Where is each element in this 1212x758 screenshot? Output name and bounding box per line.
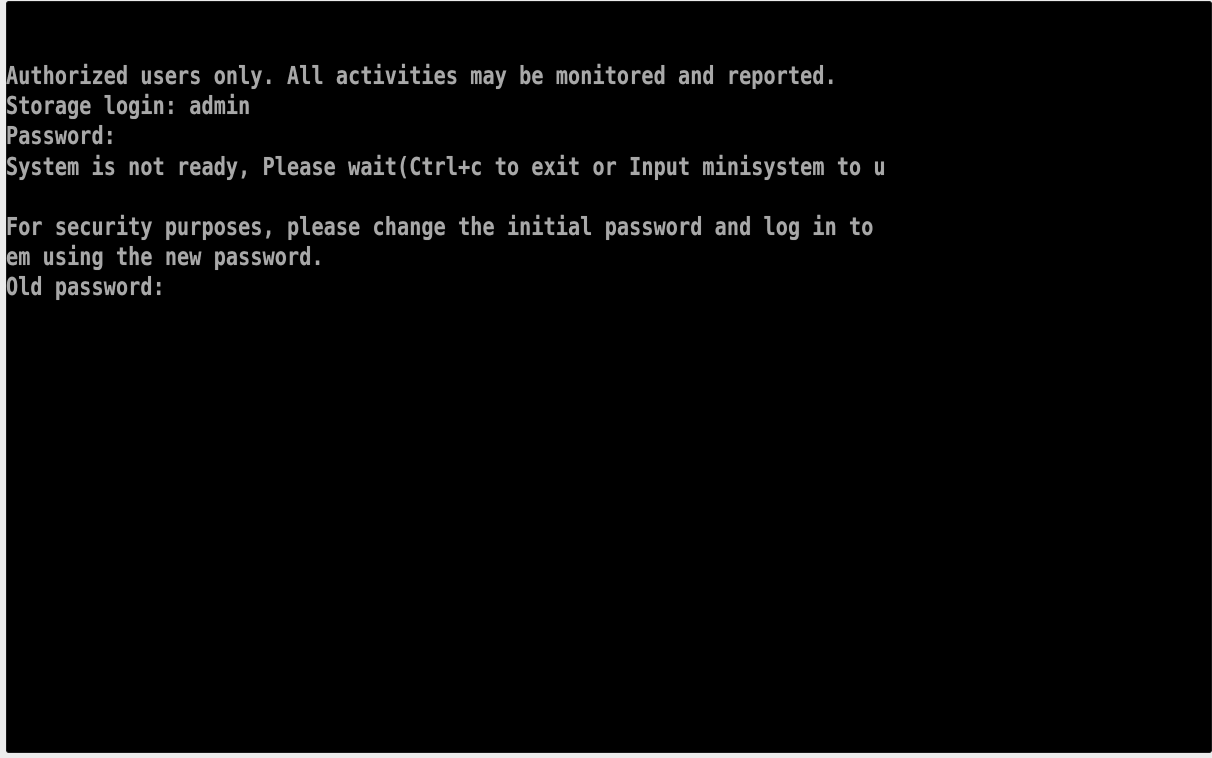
console-output: Authorized users only. All activities ma… [6,61,1079,303]
old-password-row: Old password: [6,272,886,302]
security-notice-line-2: em using the new password. [6,242,324,272]
login-line: Storage login: admin [6,91,251,121]
banner-line: Authorized users only. All activities ma… [6,61,837,90]
old-password-input[interactable] [165,275,167,299]
console-window-frame: Authorized users only. All activities ma… [0,0,1212,758]
password-line: Password: [6,121,116,151]
old-password-prompt: Old password: [6,272,165,302]
security-notice-line-1: For security purposes, please change the… [6,211,874,241]
terminal-console[interactable]: Authorized users only. All activities ma… [6,1,1212,753]
system-status-line: System is not ready, Please wait(Ctrl+c … [6,151,886,181]
blank-line [6,182,886,212]
